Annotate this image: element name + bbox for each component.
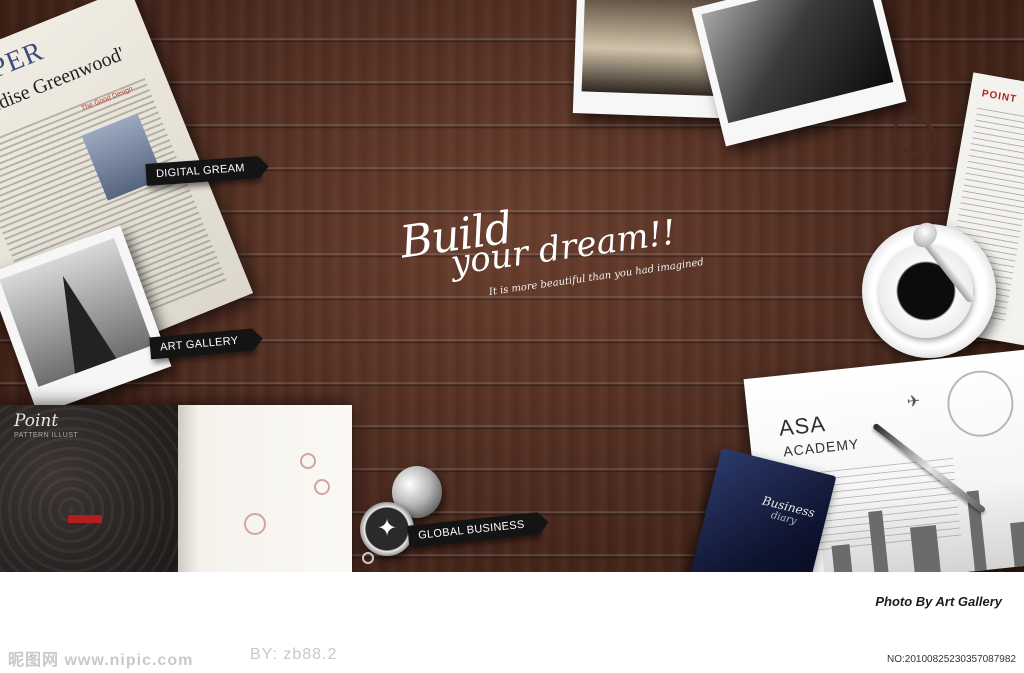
compass-icon: ✦ (360, 502, 414, 556)
image-number: NO:20100825230357087982 (886, 654, 1016, 665)
watermark-site: 昵图网 www.nipic.com (8, 652, 194, 669)
building-icon (1010, 521, 1024, 567)
notebook: Point PATTERN ILLUST (0, 405, 352, 572)
watermark-author: BY: zb88.2 (250, 646, 338, 663)
eiffel-photo-image (0, 238, 154, 387)
glasses-icon (934, 140, 946, 146)
flower-icon (244, 513, 266, 535)
notebook-title: Point (14, 411, 59, 431)
notebook-subtitle: PATTERN ILLUST (14, 432, 79, 439)
flower-icon (314, 479, 330, 495)
ribbon-art-gallery: ART GALLERY (149, 328, 254, 360)
photo-credit: Photo By Art Gallery (875, 594, 1002, 609)
building-icon (868, 510, 890, 572)
polaroid-building-image (701, 0, 894, 124)
glasses-lens-left (887, 111, 941, 161)
notebook-right-page (178, 405, 352, 572)
compass-ring (362, 552, 374, 564)
building-icon (910, 524, 942, 572)
paper-right-title: POINT (980, 88, 1018, 106)
flower-icon (300, 453, 316, 469)
polaroid-building (691, 0, 907, 147)
eiffel-tower-icon (42, 268, 117, 374)
notebook-red-label (68, 515, 102, 523)
building-icon (831, 544, 854, 572)
postmark-icon (944, 367, 1017, 440)
wooden-desk-banner: PAPER Paradise Greenwood' The Good Desig… (0, 0, 1024, 572)
airplane-icon: ✈ (906, 392, 922, 412)
postcard-brand: ASA (777, 410, 827, 441)
notebook-left-page: Point PATTERN ILLUST (0, 405, 178, 572)
ribbon-global-business: GLOBAL BUSINESS (407, 512, 540, 548)
